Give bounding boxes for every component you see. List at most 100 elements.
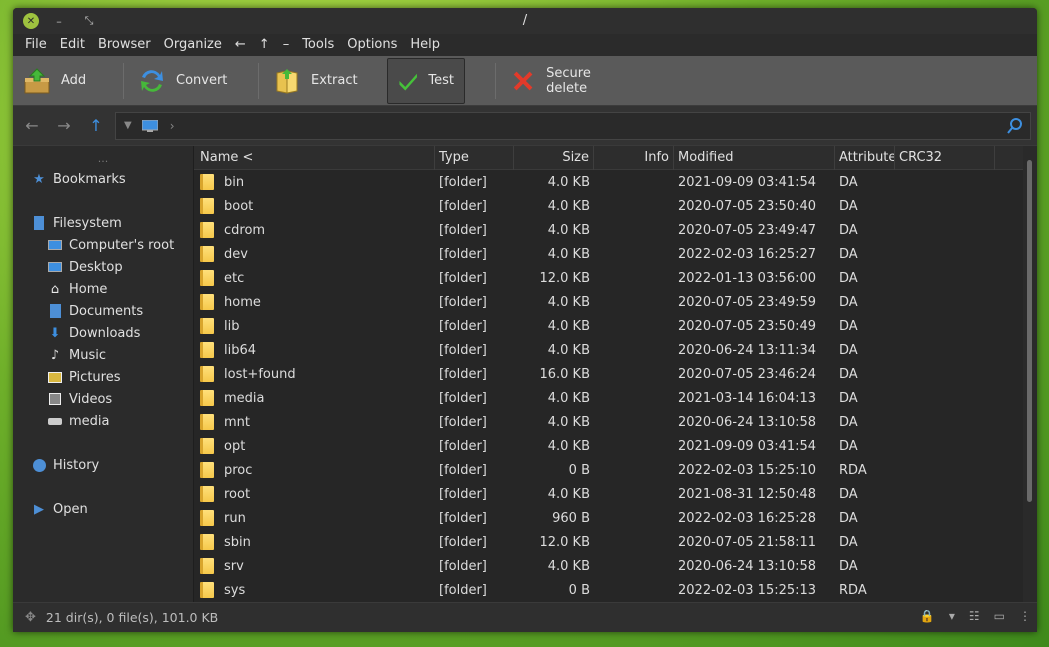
add-button[interactable]: Add bbox=[13, 58, 119, 104]
convert-label: Convert bbox=[176, 73, 228, 88]
table-row[interactable]: proc [folder] 0 B 2022-02-03 15:25:10 RDA bbox=[194, 458, 1023, 482]
table-row[interactable]: lib [folder] 4.0 KB 2020-07-05 23:50:49 DA bbox=[194, 314, 1023, 338]
search-icon[interactable] bbox=[1006, 117, 1024, 135]
chevron-down-icon[interactable]: ▼ bbox=[124, 120, 132, 131]
table-row[interactable]: cdrom [folder] 4.0 KB 2020-07-05 23:49:47 DA bbox=[194, 218, 1023, 242]
file-name: proc bbox=[224, 462, 253, 478]
menu-browser[interactable]: Browser bbox=[98, 34, 160, 56]
cell-size: 4.0 KB bbox=[547, 198, 590, 214]
vertical-scrollbar[interactable] bbox=[1023, 146, 1037, 602]
sidebar-item-downloads[interactable]: ⬇ Downloads bbox=[13, 322, 193, 344]
menu-file[interactable]: File bbox=[25, 34, 56, 56]
table-row[interactable]: etc [folder] 12.0 KB 2022-01-13 03:56:00 DA bbox=[194, 266, 1023, 290]
test-button[interactable]: Test bbox=[387, 57, 465, 104]
menu-options[interactable]: Options bbox=[347, 34, 406, 56]
up-icon[interactable]: ↑ bbox=[83, 113, 109, 139]
folder-icon bbox=[200, 558, 214, 574]
cell-name: sys bbox=[194, 582, 435, 598]
file-name: bin bbox=[224, 174, 245, 190]
sidebar-item-desktop[interactable]: Desktop bbox=[13, 256, 193, 278]
details-view-icon[interactable]: ☷ bbox=[969, 609, 980, 623]
sidebar-item-label: Filesystem bbox=[53, 215, 122, 231]
cell-modified: 2020-06-24 13:10:58 bbox=[678, 558, 817, 574]
table-row[interactable]: lost+found [folder] 16.0 KB 2020-07-05 23:4… bbox=[194, 362, 1023, 386]
table-row[interactable]: run [folder] 960 B 2022-02-03 16:25:28 DA bbox=[194, 506, 1023, 530]
computer-icon bbox=[141, 119, 158, 132]
column-header-info[interactable]: Info bbox=[594, 146, 674, 170]
play-icon: ▶ bbox=[34, 501, 44, 517]
chevron-down-icon[interactable]: ▾ bbox=[949, 609, 955, 623]
back-icon[interactable]: ← bbox=[19, 113, 45, 139]
cell-modified: 2021-09-09 03:41:54 bbox=[678, 438, 817, 454]
add-label: Add bbox=[61, 73, 87, 88]
file-name: lib64 bbox=[224, 342, 257, 358]
column-header-attributes[interactable]: Attributes bbox=[835, 146, 895, 170]
sidebar-item-history[interactable]: History bbox=[13, 454, 193, 476]
extract-button[interactable]: Extract bbox=[263, 58, 387, 104]
menu-dash[interactable]: – bbox=[283, 34, 299, 56]
sidebar-item-pictures[interactable]: Pictures bbox=[13, 366, 193, 388]
menu-up[interactable]: ↑ bbox=[259, 34, 279, 56]
sidebar-item-computers-root[interactable]: Computer's root bbox=[13, 234, 193, 256]
lock-icon[interactable]: 🔒 bbox=[920, 609, 935, 623]
scrollbar-thumb[interactable] bbox=[1027, 160, 1032, 502]
sidebar-handle[interactable]: ... bbox=[13, 152, 193, 168]
menu-back[interactable]: ← bbox=[235, 34, 255, 56]
main-area: ... ★ Bookmarks Filesystem Computer's ro… bbox=[13, 146, 1037, 602]
table-row[interactable]: home [folder] 4.0 KB 2020-07-05 23:49:59 DA bbox=[194, 290, 1023, 314]
cell-modified: 2021-03-14 16:04:13 bbox=[678, 390, 817, 406]
drive-icon bbox=[31, 215, 47, 231]
table-row[interactable]: mnt [folder] 4.0 KB 2020-06-24 13:10:58 DA bbox=[194, 410, 1023, 434]
sidebar-item-documents[interactable]: Documents bbox=[13, 300, 193, 322]
table-row[interactable]: opt [folder] 4.0 KB 2021-09-09 03:41:54 DA bbox=[194, 434, 1023, 458]
table-row[interactable]: bin [folder] 4.0 KB 2021-09-09 03:41:54 DA bbox=[194, 170, 1023, 194]
column-header-type[interactable]: Type bbox=[435, 146, 514, 170]
table-row[interactable]: dev [folder] 4.0 KB 2022-02-03 16:25:27 DA bbox=[194, 242, 1023, 266]
cell-type: [folder] bbox=[439, 486, 487, 502]
sidebar-item-music[interactable]: ♪ Music bbox=[13, 344, 193, 366]
table-row[interactable]: root [folder] 4.0 KB 2021-08-31 12:50:48 DA bbox=[194, 482, 1023, 506]
table-row[interactable]: srv [folder] 4.0 KB 2020-06-24 13:10:58 DA bbox=[194, 554, 1023, 578]
folder-icon bbox=[200, 390, 214, 406]
column-header-name[interactable]: Name < bbox=[194, 146, 435, 170]
extract-icon bbox=[276, 68, 298, 94]
sidebar-item-media[interactable]: media bbox=[13, 410, 193, 432]
cell-name: home bbox=[194, 294, 435, 310]
menu-edit[interactable]: Edit bbox=[60, 34, 94, 56]
table-row[interactable]: lib64 [folder] 4.0 KB 2020-06-24 13:11:34 DA bbox=[194, 338, 1023, 362]
menu-help[interactable]: Help bbox=[410, 34, 449, 56]
cell-type: [folder] bbox=[439, 294, 487, 310]
path-field[interactable]: ▼ › bbox=[115, 111, 1031, 140]
sidebar-item-videos[interactable]: Videos bbox=[13, 388, 193, 410]
table-row[interactable]: media [folder] 4.0 KB 2021-03-14 16:04:13 DA bbox=[194, 386, 1023, 410]
cell-name: sbin bbox=[194, 534, 435, 550]
cell-name: bin bbox=[194, 174, 435, 190]
more-icon[interactable]: ⋮ bbox=[1019, 609, 1031, 623]
forward-icon[interactable]: → bbox=[51, 113, 77, 139]
secure-delete-button[interactable]: Secure delete bbox=[500, 58, 640, 104]
column-header-size[interactable]: Size bbox=[514, 146, 594, 170]
table-row[interactable]: sys [folder] 0 B 2022-02-03 15:25:13 RDA bbox=[194, 578, 1023, 602]
sidebar-item-home[interactable]: ⌂ Home bbox=[13, 278, 193, 300]
cell-type: [folder] bbox=[439, 582, 487, 598]
table-row[interactable]: boot [folder] 4.0 KB 2020-07-05 23:50:40 DA bbox=[194, 194, 1023, 218]
sidebar-item-filesystem[interactable]: Filesystem bbox=[13, 212, 193, 234]
table-row[interactable]: sbin [folder] 12.0 KB 2020-07-05 21:58:11 DA bbox=[194, 530, 1023, 554]
sidebar-item-open[interactable]: ▶ Open bbox=[13, 498, 193, 520]
picture-icon bbox=[47, 369, 63, 385]
sidebar-item-label: Desktop bbox=[69, 259, 123, 275]
cell-size: 4.0 KB bbox=[547, 558, 590, 574]
cell-modified: 2020-07-05 23:50:49 bbox=[678, 318, 817, 334]
cell-name: media bbox=[194, 390, 435, 406]
preview-icon[interactable]: ▭ bbox=[994, 609, 1005, 623]
path-separator-icon[interactable]: › bbox=[170, 119, 175, 133]
menu-organize[interactable]: Organize bbox=[164, 34, 231, 56]
convert-button[interactable]: Convert bbox=[128, 58, 254, 104]
column-header-crc32[interactable]: CRC32 bbox=[895, 146, 995, 170]
menu-tools[interactable]: Tools bbox=[302, 34, 343, 56]
cell-type: [folder] bbox=[439, 438, 487, 454]
sidebar-item-bookmarks[interactable]: ★ Bookmarks bbox=[13, 168, 193, 190]
column-header-modified[interactable]: Modified bbox=[674, 146, 835, 170]
file-name: run bbox=[224, 510, 246, 526]
